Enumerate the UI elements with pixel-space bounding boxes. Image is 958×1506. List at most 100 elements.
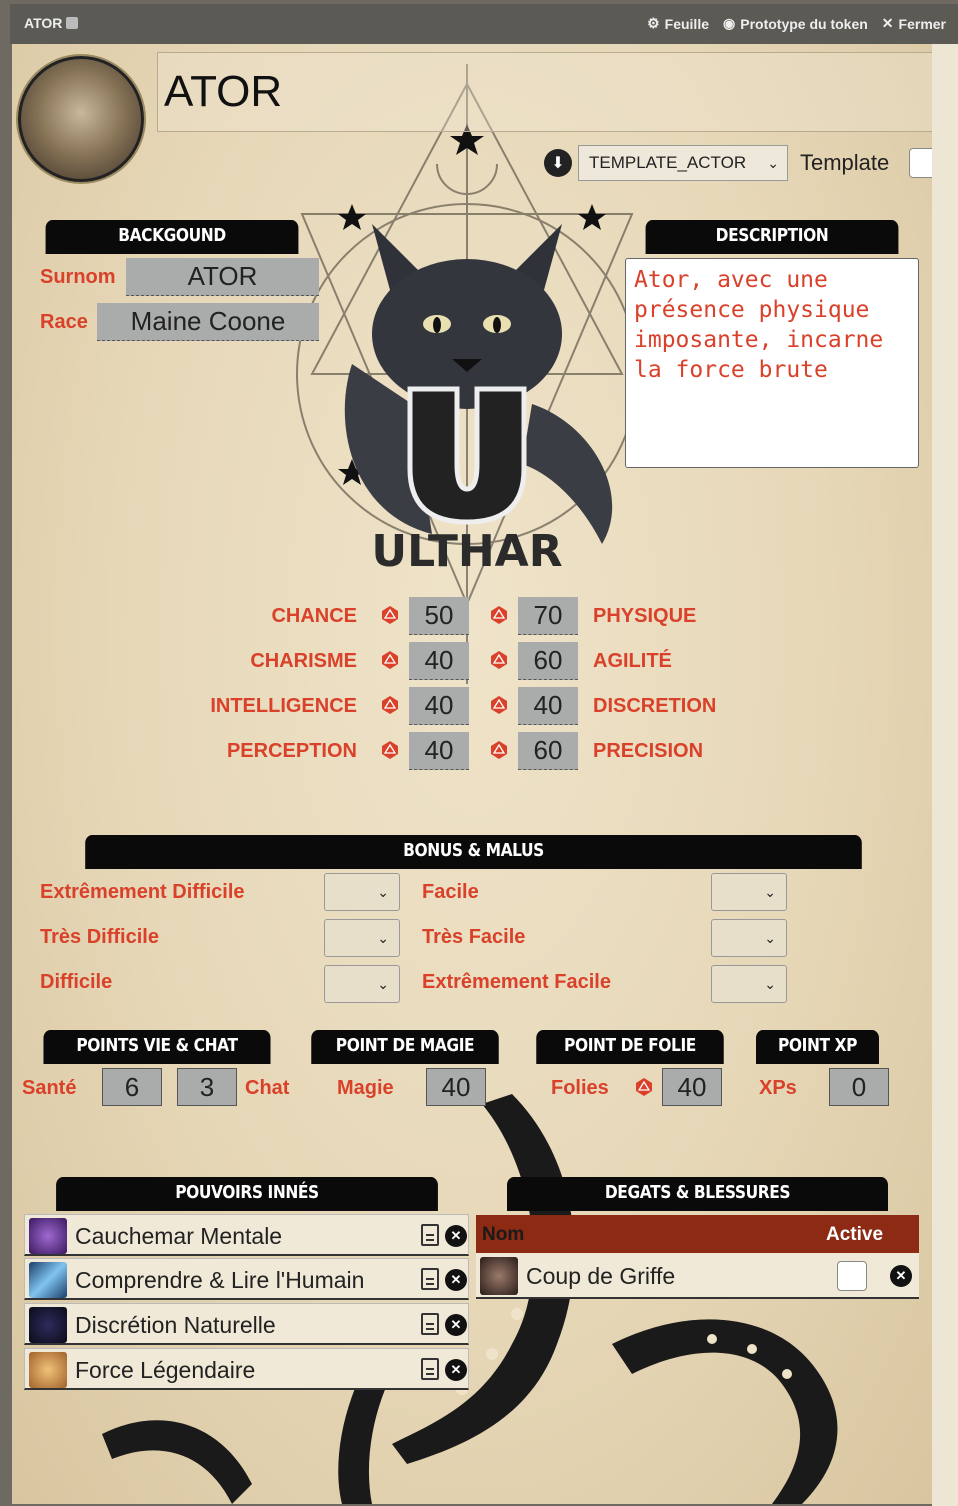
stat-label-agilite: AGILITÉ: [593, 650, 672, 672]
chevron-down-icon: ⌄: [764, 883, 776, 900]
character-name-input[interactable]: ATOR: [157, 52, 932, 132]
dice-icon[interactable]: [380, 740, 400, 760]
chevron-down-icon: ⌄: [764, 929, 776, 946]
document-icon[interactable]: [421, 1358, 439, 1380]
template-select[interactable]: TEMPLATE_ACTOR ⌄: [578, 145, 788, 181]
download-icon[interactable]: ⬇: [544, 149, 572, 177]
template-checkbox[interactable]: [909, 148, 932, 178]
stat-label-perception: PERCEPTION: [226, 740, 357, 762]
close-icon[interactable]: ✕: [445, 1225, 467, 1247]
folies-input[interactable]: 40: [662, 1068, 722, 1106]
window-titlebar[interactable]: ATOR ⚙ Feuille ◉ Prototype du token ✕ Ferme…: [10, 4, 958, 44]
chevron-down-icon: ⌄: [377, 929, 389, 946]
document-id-icon[interactable]: [66, 17, 79, 29]
bonus-label: Extrêmement Difficile: [40, 881, 245, 903]
power-name: Force Légendaire: [75, 1357, 256, 1383]
sante-input[interactable]: 6: [102, 1068, 162, 1106]
dice-icon[interactable]: [489, 740, 509, 760]
document-icon[interactable]: [421, 1224, 439, 1246]
dice-icon[interactable]: [380, 695, 400, 715]
points-magie-header: POINT DE MAGIE: [311, 1030, 499, 1064]
list-item[interactable]: Force Légendaire ✕: [24, 1348, 469, 1390]
bonus-select[interactable]: ⌄: [711, 965, 787, 1003]
close-icon[interactable]: ✕: [445, 1359, 467, 1381]
bonus-select[interactable]: ⌄: [711, 873, 787, 911]
folies-label: Folies: [551, 1077, 609, 1099]
active-checkbox[interactable]: [837, 1261, 867, 1291]
chat-input[interactable]: 3: [177, 1068, 237, 1106]
dice-icon[interactable]: [380, 650, 400, 670]
description-header: DESCRIPTION: [645, 220, 899, 254]
pouvoirs-header: POUVOIRS INNÉS: [56, 1177, 438, 1211]
character-portrait[interactable]: [18, 56, 144, 182]
bonus-label: Difficile: [40, 971, 113, 993]
document-icon[interactable]: [421, 1313, 439, 1335]
stat-label-precision: PRECISION: [593, 740, 704, 762]
stat-input-intelligence[interactable]: 40: [409, 687, 469, 725]
stat-label-charisme: CHARISME: [250, 650, 357, 672]
points-folie-header: POINT DE FOLIE: [536, 1030, 724, 1064]
window-title: ATOR: [24, 15, 79, 31]
power-name: Comprendre & Lire l'Humain: [75, 1267, 365, 1293]
race-label: Race: [40, 311, 88, 333]
close-icon[interactable]: ✕: [445, 1269, 467, 1291]
chat-label: Chat: [245, 1077, 290, 1099]
sheet-config-button[interactable]: ⚙ Feuille: [647, 15, 709, 32]
xp-label: XPs: [759, 1077, 797, 1099]
list-item[interactable]: Discrétion Naturelle ✕: [24, 1303, 469, 1345]
stat-input-perception[interactable]: 40: [409, 732, 469, 770]
template-label: Template: [800, 150, 890, 175]
stat-input-agilite[interactable]: 60: [518, 642, 578, 680]
list-item[interactable]: Comprendre & Lire l'Humain ✕: [24, 1258, 469, 1300]
stat-input-charisme[interactable]: 40: [409, 642, 469, 680]
chevron-down-icon: ⌄: [377, 975, 389, 992]
chevron-down-icon: ⌄: [764, 975, 776, 992]
close-icon[interactable]: ✕: [890, 1265, 912, 1287]
description-textarea[interactable]: Ator, avec une présence physique imposan…: [625, 258, 919, 468]
stat-label-intelligence: INTELLIGENCE: [210, 695, 357, 717]
degats-table-header: Nom Active: [476, 1215, 919, 1253]
column-header-active: Active: [826, 1224, 884, 1245]
template-row: ⬇ TEMPLATE_ACTOR ⌄ Template: [544, 145, 932, 181]
close-button[interactable]: ✕ Fermer: [882, 15, 946, 32]
close-icon[interactable]: ✕: [445, 1314, 467, 1336]
points-vie-header: POINTS VIE & CHAT: [43, 1030, 271, 1064]
table-row[interactable]: Coup de Griffe ✕: [476, 1253, 919, 1299]
bonus-select[interactable]: ⌄: [324, 919, 400, 957]
list-item[interactable]: Cauchemar Mentale ✕: [24, 1214, 469, 1256]
stat-label-discretion: DISCRETION: [593, 695, 717, 717]
bonus-label: Très Facile: [422, 926, 526, 948]
magie-input[interactable]: 40: [426, 1068, 486, 1106]
bonus-select[interactable]: ⌄: [324, 965, 400, 1003]
xp-input[interactable]: 0: [829, 1068, 889, 1106]
power-thumbnail: [29, 1352, 67, 1388]
bonus-malus-header: BONUS & MALUS: [85, 835, 862, 869]
dice-icon[interactable]: [489, 650, 509, 670]
close-icon: ✕: [881, 15, 894, 31]
points-xp-header: POINT XP: [756, 1030, 879, 1064]
token-prototype-button[interactable]: ◉ Prototype du token: [723, 15, 868, 32]
race-input[interactable]: Maine Coone: [97, 303, 319, 341]
bonus-select[interactable]: ⌄: [711, 919, 787, 957]
stat-input-discretion[interactable]: 40: [518, 687, 578, 725]
document-icon[interactable]: [421, 1268, 439, 1290]
stat-input-precision[interactable]: 60: [518, 732, 578, 770]
dice-icon[interactable]: [634, 1077, 654, 1097]
dice-icon[interactable]: [380, 605, 400, 625]
bonus-select[interactable]: ⌄: [324, 873, 400, 911]
bonus-label: Très Difficile: [40, 926, 159, 948]
chevron-down-icon: ⌄: [767, 154, 779, 171]
degats-header: DEGATS & BLESSURES: [507, 1177, 888, 1211]
svg-text:ULTHAR: ULTHAR: [371, 526, 562, 577]
stat-input-physique[interactable]: 70: [518, 597, 578, 635]
power-thumbnail: [29, 1218, 67, 1254]
sheet-window: ATOR ⚙ Feuille ◉ Prototype du token ✕ Ferme…: [0, 0, 958, 1506]
user-circle-icon: ◉: [723, 15, 736, 31]
stat-input-chance[interactable]: 50: [409, 597, 469, 635]
surnom-input[interactable]: ATOR: [126, 258, 319, 296]
bonus-label: Facile: [422, 881, 479, 903]
dice-icon[interactable]: [489, 605, 509, 625]
magie-label: Magie: [337, 1077, 394, 1099]
dice-icon[interactable]: [489, 695, 509, 715]
power-thumbnail: [29, 1307, 67, 1343]
